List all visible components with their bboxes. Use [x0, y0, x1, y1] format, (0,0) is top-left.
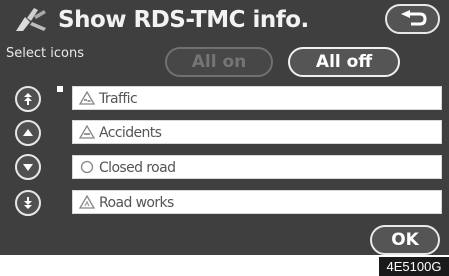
item-label: Road works — [99, 195, 174, 211]
list-item-accidents[interactable]: Accidents — [72, 120, 442, 144]
move-down-button[interactable] — [15, 154, 41, 180]
ok-button[interactable]: OK — [370, 225, 440, 255]
double-arrow-down-icon — [24, 197, 32, 209]
accident-icon — [79, 125, 95, 139]
return-arrow-icon — [401, 10, 427, 26]
item-label: Accidents — [99, 125, 162, 141]
list-item-road-works[interactable]: Road works — [72, 190, 442, 214]
navigation-screen: Show RDS-TMC info. Select icons All on A… — [0, 0, 449, 255]
move-top-button[interactable] — [15, 86, 41, 112]
select-icons-label: Select icons — [6, 46, 84, 61]
double-arrow-up-icon — [24, 93, 32, 105]
all-off-button[interactable]: All off — [288, 47, 400, 77]
road-works-icon — [79, 195, 95, 209]
move-up-button[interactable] — [15, 120, 41, 146]
selected-marker — [57, 86, 63, 92]
traffic-icon — [79, 91, 95, 105]
arrow-down-icon — [23, 164, 33, 171]
item-label: Closed road — [99, 160, 176, 176]
list-item-traffic[interactable]: Traffic — [72, 86, 442, 110]
arrow-up-icon — [23, 129, 33, 136]
figure-code: 4E5100G — [379, 257, 449, 276]
return-button[interactable] — [385, 4, 440, 34]
list-item-closed-road[interactable]: Closed road — [72, 155, 442, 179]
item-label: Traffic — [99, 91, 138, 107]
all-on-button[interactable]: All on — [165, 47, 273, 77]
rds-tmc-logo-icon — [16, 8, 46, 31]
closed-road-icon — [80, 160, 94, 174]
page-title: Show RDS-TMC info. — [58, 7, 309, 33]
move-bottom-button[interactable] — [15, 190, 41, 216]
